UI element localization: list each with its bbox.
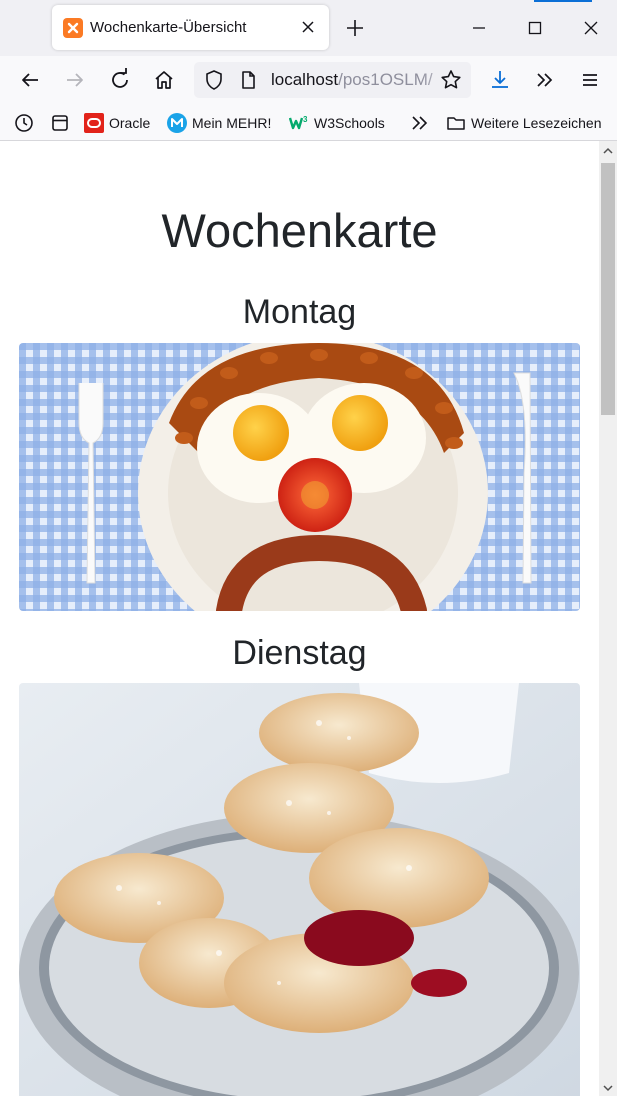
scroll-thumb[interactable] [601,163,615,415]
window-accent-line [534,0,592,2]
tab-title: Wochenkarte-Übersicht [90,19,247,36]
maximize-icon[interactable] [519,12,551,44]
xampp-favicon-icon [63,18,83,38]
bookmark-other-bookmarks[interactable]: Weitere Lesezeichen [446,112,601,134]
more-tools-chevron-icon[interactable] [530,65,560,95]
url-text[interactable]: localhost/pos1OSLM/ [271,70,433,90]
page-info-icon[interactable] [236,68,260,92]
page-content: Wochenkarte Montag Dienstag [0,141,599,1096]
reload-icon[interactable] [105,65,135,95]
breakfast-face-photo [19,343,580,611]
bookmarks-overflow-chevron-icon[interactable] [408,112,432,134]
hamburger-menu-icon[interactable] [575,65,605,95]
scroll-up-arrow-icon[interactable] [602,144,614,156]
new-tab-icon[interactable] [341,14,369,42]
url-path: /pos1OSLM/ [338,70,433,89]
url-host: localhost [271,70,339,89]
day-heading-dienstag: Dienstag [232,634,367,672]
page-title: Wochenkarte [161,204,438,257]
minimize-icon[interactable] [463,12,495,44]
day-heading-montag: Montag [242,293,357,331]
tab-close-icon[interactable] [297,16,319,38]
page-scrollbar[interactable] [599,141,617,1096]
home-icon[interactable] [149,65,179,95]
downloads-icon[interactable] [485,65,515,95]
pancakes-photo [19,683,580,1096]
browser-tab[interactable]: Wochenkarte-Übersicht [52,5,329,50]
mehr-icon [167,113,187,133]
bookmark-label: Mein MEHR! [192,115,272,131]
tab-bar: Wochenkarte-Übersicht [0,0,617,56]
address-bar[interactable]: localhost/pos1OSLM/ [194,62,471,98]
history-icon[interactable] [13,112,35,134]
oracle-icon [84,113,104,133]
forward-arrow-icon[interactable] [60,65,90,95]
bookmark-w3schools[interactable]: 3 W3Schools [288,112,385,134]
bookmark-label: W3Schools [314,115,385,131]
synced-tabs-icon[interactable] [49,112,71,134]
bookmarks-toolbar: Oracle Mein MEHR! 3 W3Schools Weitere Le… [0,104,617,141]
back-arrow-icon[interactable] [15,65,45,95]
bookmark-mein-mehr[interactable]: Mein MEHR! [167,112,271,134]
bookmark-label: Weitere Lesezeichen [471,115,602,131]
window-close-icon[interactable] [575,12,607,44]
w3schools-icon: 3 [288,113,309,133]
folder-icon [446,113,466,133]
bookmark-star-icon[interactable] [439,68,463,92]
scroll-down-arrow-icon[interactable] [602,1081,614,1093]
svg-text:3: 3 [303,115,308,124]
bookmark-label: Oracle [109,115,151,131]
bookmark-oracle[interactable]: Oracle [84,112,150,134]
navigation-toolbar: localhost/pos1OSLM/ [0,56,617,104]
tracking-shield-icon[interactable] [202,68,226,92]
